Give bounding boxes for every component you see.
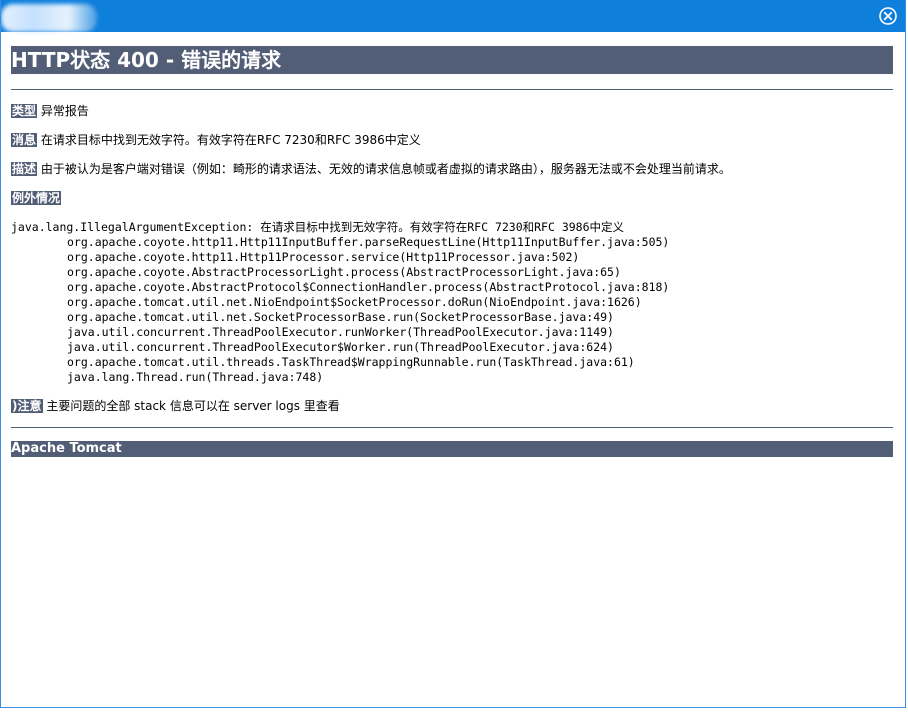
stack-line: org.apache.coyote.AbstractProcessorLight…: [67, 265, 621, 279]
close-button[interactable]: [879, 7, 897, 25]
error-page: HTTP状态 400 - 错误的请求 类型 异常报告 消息 在请求目标中找到无效…: [11, 32, 893, 707]
page-title: HTTP状态 400 - 错误的请求: [11, 46, 893, 74]
stack-trace: java.lang.IllegalArgumentException: 在请求目…: [11, 220, 893, 385]
type-row: 类型 异常报告: [11, 103, 893, 119]
type-value: 异常报告: [40, 104, 89, 118]
stack-line: org.apache.tomcat.util.net.NioEndpoint$S…: [67, 295, 642, 309]
note-label: )注意: [11, 399, 43, 413]
stack-line: org.apache.coyote.AbstractProtocol$Conne…: [67, 280, 670, 294]
description-value: 由于被认为是客户端对错误（例如：畸形的请求语法、无效的请求信息帧或者虚拟的请求路…: [40, 162, 731, 176]
divider: [11, 427, 893, 428]
stack-line: org.apache.tomcat.util.threads.TaskThrea…: [67, 355, 635, 369]
message-row: 消息 在请求目标中找到无效字符。有效字符在RFC 7230和RFC 3986中定…: [11, 132, 893, 148]
exception-row: 例外情况: [11, 190, 893, 206]
stack-line: org.apache.coyote.http11.Http11Processor…: [67, 250, 580, 264]
titlebar: [1, 0, 905, 32]
description-row: 描述 由于被认为是客户端对错误（例如：畸形的请求语法、无效的请求信息帧或者虚拟的…: [11, 161, 893, 177]
stack-line: org.apache.tomcat.util.net.SocketProcess…: [67, 310, 614, 324]
stack-line: org.apache.coyote.http11.Http11InputBuff…: [67, 235, 670, 249]
stack-line: java.util.concurrent.ThreadPoolExecutor.…: [67, 325, 614, 339]
server-footer: Apache Tomcat: [11, 441, 893, 457]
stack-line: java.util.concurrent.ThreadPoolExecutor$…: [67, 340, 614, 354]
stack-line: java.lang.Thread.run(Thread.java:748): [67, 370, 324, 384]
message-value: 在请求目标中找到无效字符。有效字符在RFC 7230和RFC 3986中定义: [40, 133, 421, 147]
type-label: 类型: [11, 104, 38, 118]
message-label: 消息: [11, 133, 38, 147]
exception-label: 例外情况: [11, 191, 62, 205]
divider: [11, 89, 893, 90]
note-row: )注意 主要问题的全部 stack 信息可以在 server logs 里查看: [11, 398, 893, 414]
blurred-window-title: [1, 4, 97, 32]
dialog-window: HTTP状态 400 - 错误的请求 类型 异常报告 消息 在请求目标中找到无效…: [0, 0, 906, 708]
exception-head: java.lang.IllegalArgumentException: 在请求目…: [11, 220, 625, 234]
close-icon: [879, 7, 897, 25]
note-value: 主要问题的全部 stack 信息可以在 server logs 里查看: [46, 399, 340, 413]
description-label: 描述: [11, 162, 38, 176]
